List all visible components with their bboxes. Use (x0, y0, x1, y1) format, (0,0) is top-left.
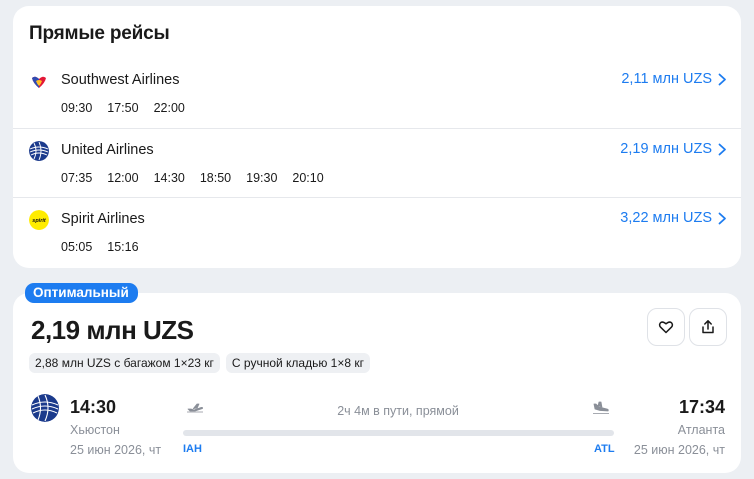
favorite-button[interactable] (647, 308, 685, 346)
time-option[interactable]: 12:00 (107, 171, 138, 185)
departure-time: 14:30 (70, 397, 117, 417)
united-logo-icon (31, 394, 59, 422)
time-option[interactable]: 22:00 (154, 101, 185, 115)
share-button[interactable] (689, 308, 727, 346)
departure-city: Хьюстон (70, 423, 120, 437)
time-option[interactable]: 17:50 (107, 101, 138, 115)
direct-flights-title: Прямые рейсы (29, 23, 170, 44)
time-option[interactable]: 07:35 (61, 171, 92, 185)
optimal-badge: Оптимальный (25, 283, 138, 303)
price-link[interactable]: 2,11 млн UZS (621, 71, 727, 87)
heart-icon (658, 321, 674, 334)
time-option[interactable]: 14:30 (154, 171, 185, 185)
time-option[interactable]: 05:05 (61, 240, 92, 254)
time-option[interactable]: 19:30 (246, 171, 277, 185)
time-option[interactable]: 09:30 (61, 101, 92, 115)
airline-name: United Airlines (61, 142, 154, 158)
time-option[interactable]: 18:50 (200, 171, 231, 185)
airline-row-united[interactable]: United Airlines 07:35 12:00 14:30 18:50 … (13, 128, 741, 198)
offer-card[interactable]: 2,19 млн UZS 2,88 млн UZS с багажом 1×23… (13, 293, 741, 473)
time-option[interactable]: 20:10 (292, 171, 323, 185)
airline-name: Southwest Airlines (61, 72, 180, 88)
departure-iata: IAH (183, 443, 202, 455)
flight-duration: 2ч 4м в пути, прямой (337, 404, 459, 418)
arrival-iata: ATL (594, 443, 615, 455)
chevron-right-icon (718, 73, 726, 85)
spirit-logo-text: spirit (32, 218, 47, 224)
hand-luggage-chip[interactable]: С ручной кладью 1×8 кг (225, 353, 370, 373)
price-link[interactable]: 3,22 млн UZS (620, 210, 727, 226)
airline-name: Spirit Airlines (61, 211, 145, 227)
departure-times: 09:30 17:50 22:00 (61, 101, 200, 115)
baggage-chip[interactable]: 2,88 млн UZS с багажом 1×23 кг (29, 353, 220, 373)
arrival-time: 17:34 (678, 397, 725, 417)
arrival-date: 25 июн 2026, чт (633, 443, 725, 457)
share-icon (702, 320, 714, 334)
chevron-right-icon (718, 212, 726, 224)
price-label: 2,19 млн UZS (620, 141, 712, 157)
time-option[interactable]: 15:16 (107, 240, 138, 254)
arrival-city: Атланта (677, 423, 725, 437)
offer-price: 2,19 млн UZS (31, 315, 194, 345)
airline-row-southwest[interactable]: Southwest Airlines 09:30 17:50 22:00 2,1… (13, 59, 741, 129)
landing-icon (593, 401, 609, 414)
price-label: 3,22 млн UZS (620, 210, 712, 226)
departure-date: 25 июн 2026, чт (70, 443, 162, 457)
price-link[interactable]: 2,19 млн UZS (620, 141, 727, 157)
southwest-logo-icon (29, 71, 49, 91)
chevron-right-icon (718, 143, 726, 155)
price-label: 2,11 млн UZS (621, 71, 712, 87)
united-logo-icon (29, 141, 49, 161)
airline-row-spirit[interactable]: spirit Spirit Airlines 05:05 15:16 3,22 … (13, 197, 741, 267)
departure-times: 07:35 12:00 14:30 18:50 19:30 20:10 (61, 171, 339, 185)
route-track (183, 430, 614, 436)
spirit-logo-icon: spirit (29, 210, 49, 230)
takeoff-icon (187, 403, 203, 413)
direct-flights-card: Прямые рейсы Southwest Airlines 09:30 17… (13, 6, 741, 268)
departure-times: 05:05 15:16 (61, 240, 154, 254)
baggage-chips: 2,88 млн UZS с багажом 1×23 кг С ручной … (29, 353, 370, 373)
